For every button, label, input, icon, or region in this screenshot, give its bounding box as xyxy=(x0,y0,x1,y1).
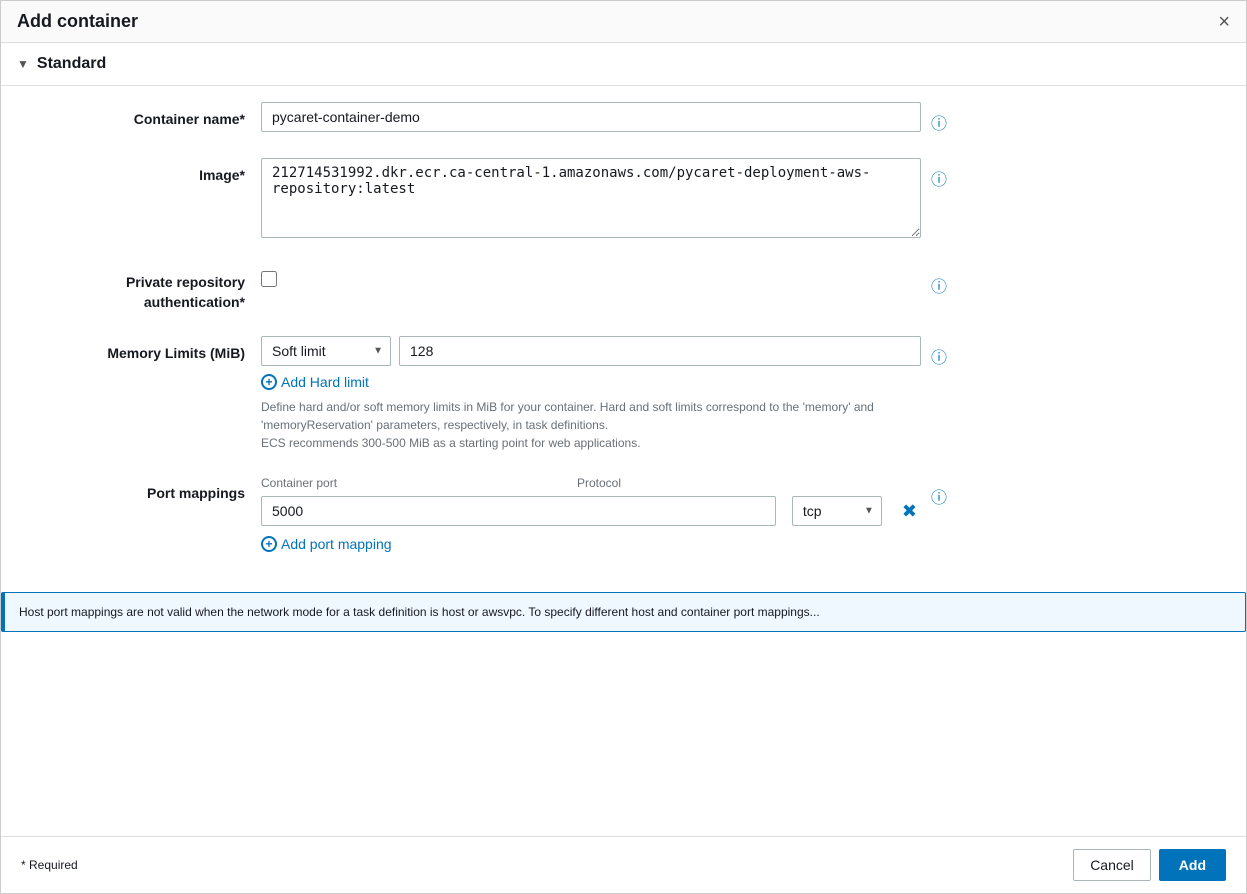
container-name-label: Container name* xyxy=(41,102,261,130)
private-repo-checkbox[interactable] xyxy=(261,271,277,287)
cancel-button[interactable]: Cancel xyxy=(1073,849,1151,881)
section-arrow: ▼ xyxy=(17,57,29,71)
memory-hint-text: Define hard and/or soft memory limits in… xyxy=(261,398,921,452)
add-port-label: Add port mapping xyxy=(281,536,392,552)
protocol-select[interactable]: tcp udp xyxy=(792,496,882,526)
add-button[interactable]: Add xyxy=(1159,849,1226,881)
container-name-info-icon[interactable]: ⓘ xyxy=(931,102,947,134)
port-header-row: Container port Protocol xyxy=(261,476,921,490)
image-control: 212714531992.dkr.ecr.ca-central-1.amazon… xyxy=(261,158,921,241)
container-name-input[interactable] xyxy=(261,102,921,132)
port-mappings-row: Port mappings Container port Protocol tc… xyxy=(41,476,1206,552)
protocol-select-wrapper: tcp udp ▼ xyxy=(792,496,882,526)
image-label: Image* xyxy=(41,158,261,186)
memory-type-select[interactable]: Soft limit Hard limit xyxy=(261,336,391,366)
port-mappings-label: Port mappings xyxy=(41,476,261,504)
image-input[interactable]: 212714531992.dkr.ecr.ca-central-1.amazon… xyxy=(261,158,921,238)
container-name-control xyxy=(261,102,921,132)
port-input-row: tcp udp ▼ ✖ xyxy=(261,496,921,526)
port-mappings-info-icon[interactable]: ⓘ xyxy=(931,476,947,508)
image-info-icon[interactable]: ⓘ xyxy=(931,158,947,190)
add-container-modal: Add container × ▼ Standard Container nam… xyxy=(0,0,1247,894)
add-port-plus-icon: + xyxy=(261,536,277,552)
remove-port-button[interactable]: ✖ xyxy=(898,501,921,522)
protocol-col-label: Protocol xyxy=(577,476,697,490)
port-mappings-control: Container port Protocol tcp udp ▼ ✖ xyxy=(261,476,921,552)
container-port-col-label: Container port xyxy=(261,476,561,490)
private-repo-info-icon[interactable]: ⓘ xyxy=(931,265,947,297)
private-repo-control xyxy=(261,265,921,287)
container-port-input[interactable] xyxy=(261,496,776,526)
add-hard-limit-label: Add Hard limit xyxy=(281,374,369,390)
modal-title: Add container xyxy=(17,11,138,32)
memory-limits-label: Memory Limits (MiB) xyxy=(41,336,261,364)
close-button[interactable]: × xyxy=(1218,12,1230,32)
memory-input-row: Soft limit Hard limit ▼ xyxy=(261,336,921,366)
container-name-row: Container name* ⓘ xyxy=(41,102,1206,134)
section-title: Standard xyxy=(37,55,106,73)
form-body: Container name* ⓘ Image* 212714531992.dk… xyxy=(1,86,1246,592)
add-port-mapping-link[interactable]: + Add port mapping xyxy=(261,536,392,552)
private-repo-checkbox-wrapper xyxy=(261,265,921,287)
modal-header: Add container × xyxy=(1,1,1246,43)
modal-footer: * Required Cancel Add xyxy=(1,836,1246,893)
section-header[interactable]: ▼ Standard xyxy=(1,43,1246,86)
add-hard-limit-plus-icon: + xyxy=(261,374,277,390)
image-row: Image* 212714531992.dkr.ecr.ca-central-1… xyxy=(41,158,1206,241)
memory-value-input[interactable] xyxy=(399,336,921,366)
info-box: Host port mappings are not valid when th… xyxy=(1,592,1246,632)
memory-info-icon[interactable]: ⓘ xyxy=(931,336,947,368)
memory-limits-row: Memory Limits (MiB) Soft limit Hard limi… xyxy=(41,336,1206,452)
info-box-text: Host port mappings are not valid when th… xyxy=(19,605,820,619)
memory-limits-control: Soft limit Hard limit ▼ + Add Hard limit… xyxy=(261,336,921,452)
footer-buttons: Cancel Add xyxy=(1073,849,1226,881)
required-note: * Required xyxy=(21,858,78,872)
private-repo-row: Private repository authentication* ⓘ xyxy=(41,265,1206,312)
modal-body: ▼ Standard Container name* ⓘ Image* 2127… xyxy=(1,43,1246,836)
memory-type-select-wrapper: Soft limit Hard limit ▼ xyxy=(261,336,391,366)
add-hard-limit-link[interactable]: + Add Hard limit xyxy=(261,374,369,390)
private-repo-label: Private repository authentication* xyxy=(41,265,261,312)
